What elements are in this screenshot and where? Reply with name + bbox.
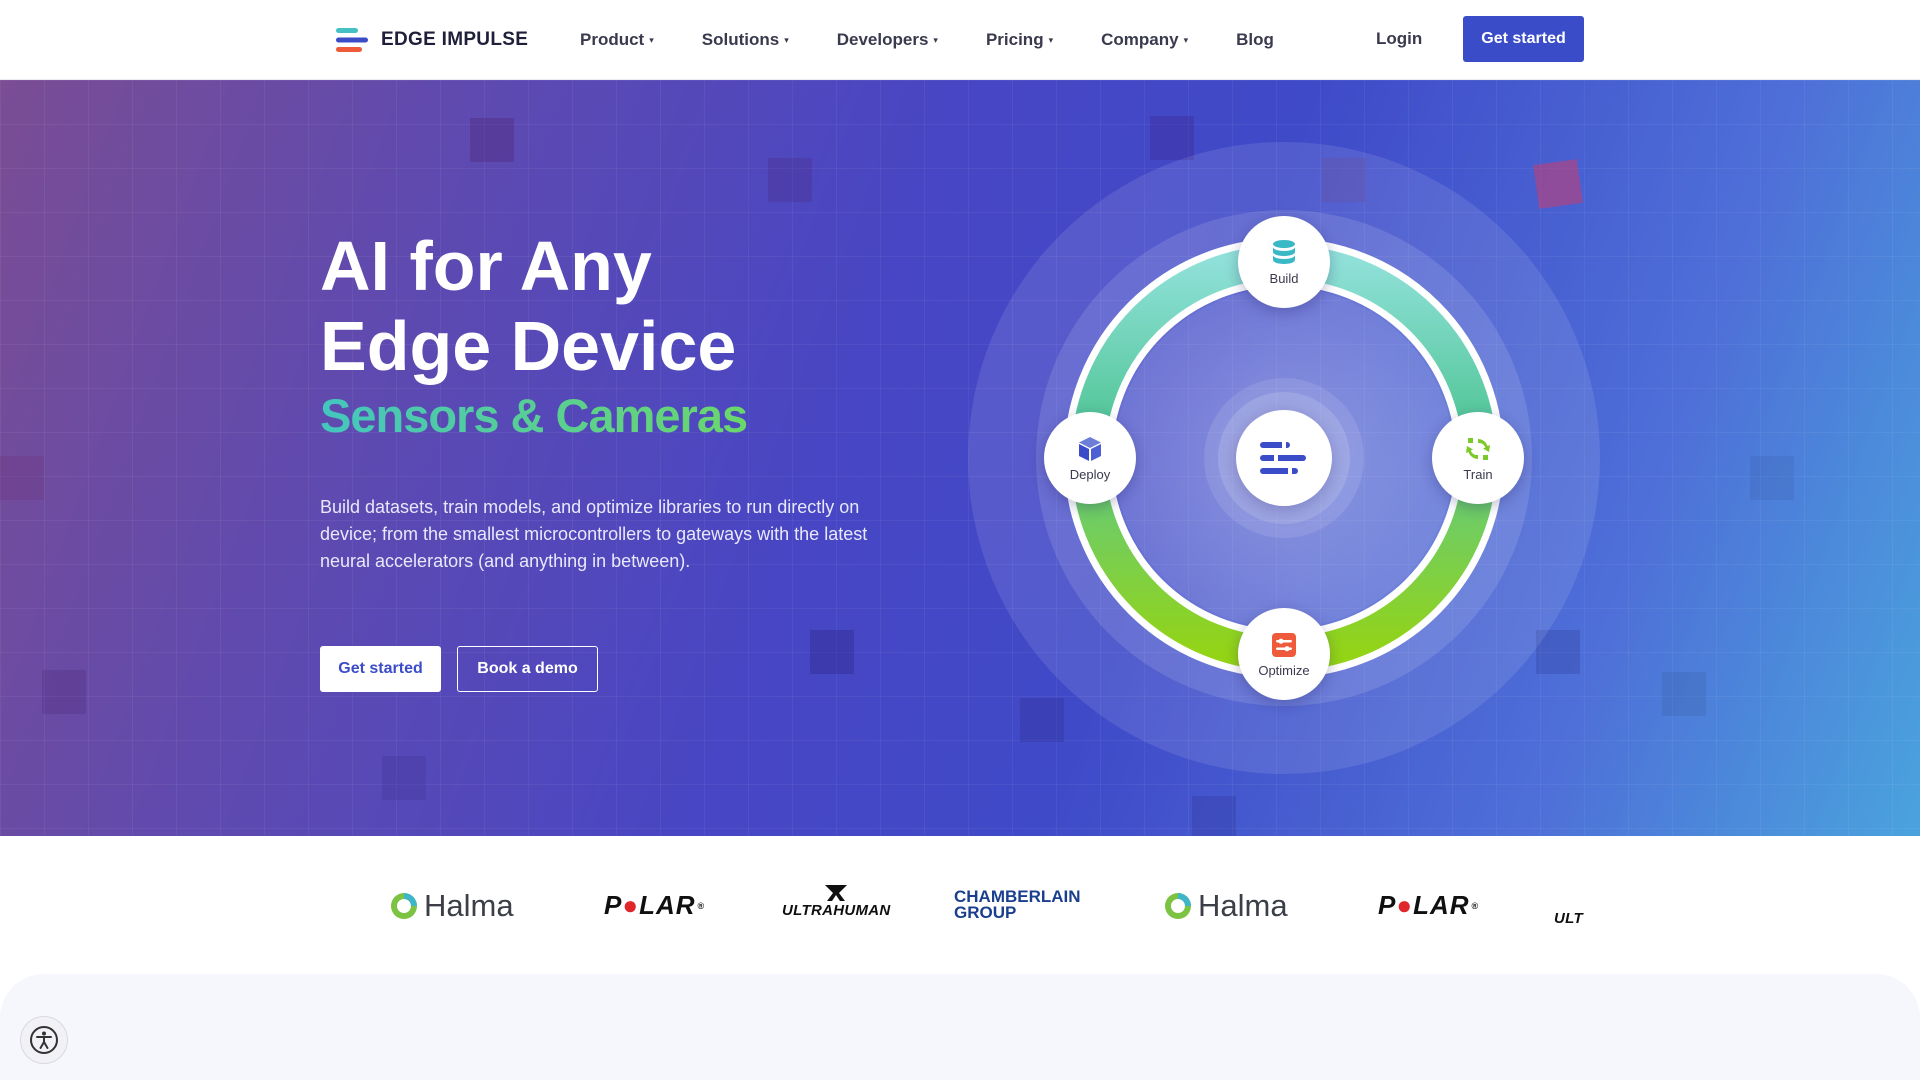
decorative-tile <box>42 670 86 714</box>
accessibility-icon <box>30 1026 58 1054</box>
chevron-down-icon: ▾ <box>1048 34 1054 45</box>
halma-wordmark: Halma <box>1198 888 1288 923</box>
ultrahuman-mark-icon <box>825 885 848 901</box>
ultrahuman-wordmark: ULT <box>1554 910 1583 927</box>
logo-ultrahuman-partial: ULT <box>1554 910 1586 927</box>
ultrahuman-wordmark: ULTRAHUMAN <box>782 902 891 919</box>
stage-label: Train <box>1463 466 1493 482</box>
next-section <box>0 974 1920 1080</box>
nav-item-blog[interactable]: Blog <box>1236 30 1274 50</box>
get-started-button[interactable]: Get started <box>1463 16 1584 62</box>
login-link[interactable]: Login <box>1376 29 1422 49</box>
stage-label: Deploy <box>1069 466 1111 482</box>
polar-wordmark: P●LAR <box>604 890 696 920</box>
hero-description: Build datasets, train models, and optimi… <box>320 497 868 571</box>
box-icon <box>1079 436 1101 461</box>
nav-item-label: Pricing <box>985 30 1044 49</box>
decorative-tile <box>0 456 44 500</box>
decorative-tile <box>1750 456 1794 500</box>
decorative-tile <box>768 158 812 202</box>
nav-item-solutions[interactable]: Solutions ▾ <box>702 30 789 50</box>
book-demo-button[interactable]: Book a demo <box>457 646 598 692</box>
stage-deploy[interactable]: Deploy <box>1044 412 1136 504</box>
main-menu: Product ▾ Solutions ▾ Developers ▾ Prici… <box>580 27 1274 53</box>
halma-mark-icon <box>1165 893 1191 919</box>
stage-train[interactable]: Train <box>1432 412 1524 504</box>
decorative-tile <box>810 630 854 674</box>
hero-title: AI for Any Edge Device <box>320 226 736 386</box>
nav-item-label: Company <box>1101 30 1179 49</box>
stage-label: Optimize <box>1258 662 1310 678</box>
halma-mark-icon <box>391 893 417 919</box>
hero-actions: Get started Book a demo <box>320 646 598 692</box>
background-grid <box>0 80 1920 836</box>
hero-section: AI for Any Edge Device Sensors & Cameras… <box>0 80 1920 836</box>
nav-item-developers[interactable]: Developers ▾ <box>837 30 938 50</box>
chevron-down-icon: ▾ <box>784 34 789 45</box>
stage-optimize[interactable]: Optimize <box>1238 608 1330 700</box>
chamberlain-wordmark-line: GROUP <box>954 903 1017 922</box>
hero-title-line: Edge Device <box>320 307 737 385</box>
center-hub <box>1236 410 1332 506</box>
edge-impulse-logo-icon <box>1260 442 1306 474</box>
brand-logo-link[interactable]: EDGE IMPULSE <box>336 26 528 54</box>
polar-registered-mark: ® <box>697 900 705 911</box>
hero-get-started-button[interactable]: Get started <box>320 646 441 692</box>
polar-wordmark: P●LAR <box>1378 890 1470 920</box>
customer-logos-strip: Halma P●LAR ® ULTRAHUMAN CHAMBERLAIN GRO… <box>0 836 1920 974</box>
nav-item-product[interactable]: Product ▾ <box>580 30 654 50</box>
logo-chamberlain-group: CHAMBERLAIN GROUP <box>954 888 1081 922</box>
database-icon <box>1273 239 1295 264</box>
nav-item-label: Product <box>580 30 645 49</box>
logo-ultrahuman: ULTRAHUMAN <box>782 884 891 919</box>
decorative-tile <box>382 756 426 800</box>
nav-item-label: Blog <box>1236 30 1274 49</box>
logo-halma: Halma <box>1164 888 1288 924</box>
stage-label: Build <box>1269 270 1299 286</box>
nav-item-company[interactable]: Company ▾ <box>1101 30 1188 50</box>
halma-wordmark: Halma <box>424 888 514 923</box>
logo-polar: P●LAR ® <box>1378 890 1478 921</box>
chevron-down-icon: ▾ <box>933 34 938 45</box>
nav-item-label: Developers <box>836 30 929 49</box>
stage-build[interactable]: Build <box>1238 216 1330 308</box>
logo-halma: Halma <box>390 888 514 924</box>
nav-item-label: Solutions <box>701 30 780 49</box>
chevron-down-icon: ▾ <box>649 34 654 45</box>
polar-registered-mark: ® <box>1471 900 1479 911</box>
logo-polar: P●LAR ® <box>604 890 704 921</box>
chevron-down-icon: ▾ <box>1183 34 1189 45</box>
decorative-tile <box>1192 796 1236 836</box>
nav-item-pricing[interactable]: Pricing ▾ <box>986 30 1053 50</box>
workflow-cycle-diagram: Build Train Optimize Deploy <box>966 140 1602 776</box>
sliders-icon <box>1272 632 1296 657</box>
decorative-tile <box>470 118 514 162</box>
edge-impulse-logo-icon <box>336 28 368 52</box>
top-navbar: EDGE IMPULSE Product ▾ Solutions ▾ Devel… <box>0 0 1920 80</box>
hero-title-line: AI for Any <box>320 227 652 305</box>
brand-name: EDGE IMPULSE <box>381 29 529 50</box>
accessibility-button[interactable] <box>20 1016 68 1064</box>
refresh-icon <box>1466 437 1490 460</box>
hero-subtitle: Sensors & Cameras <box>320 389 748 442</box>
decorative-tile <box>1662 672 1706 716</box>
